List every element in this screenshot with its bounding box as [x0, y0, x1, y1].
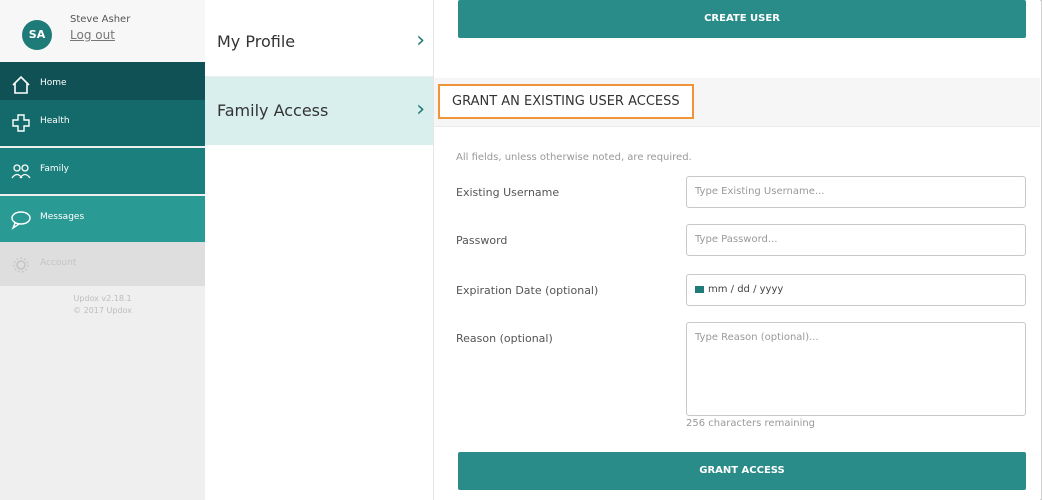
nav-item-account[interactable]: Account: [0, 242, 213, 286]
create-user-button[interactable]: CREATE USER: [458, 0, 1026, 38]
reason-label: Reason (optional): [456, 332, 553, 345]
nav-item-label: Family: [40, 164, 69, 174]
settings-menu: My Profile › Family Access ›: [205, 0, 434, 500]
expiration-date-label: Expiration Date (optional): [456, 284, 599, 297]
message-bubble-icon: [11, 211, 31, 230]
gear-icon: [13, 257, 29, 273]
grant-access-button[interactable]: GRANT ACCESS: [458, 452, 1026, 490]
required-note: All fields, unless otherwise noted, are …: [456, 152, 692, 163]
expiration-date-input[interactable]: mm / dd / yyyy: [686, 274, 1026, 306]
nav-item-label: Health: [40, 116, 70, 126]
section-title: GRANT AN EXISTING USER ACCESS: [438, 84, 694, 119]
nav-item-label: Account: [40, 258, 77, 268]
nav-item-label: Messages: [40, 212, 85, 222]
username-input[interactable]: Type Existing Username...: [686, 176, 1026, 208]
password-label: Password: [456, 234, 508, 247]
section-header: GRANT AN EXISTING USER ACCESS: [434, 78, 1040, 127]
nav-item-label: Home: [40, 78, 67, 88]
version-text: Updox v2.18.1: [73, 294, 132, 303]
menu-item-family-access[interactable]: Family Access ›: [205, 77, 433, 145]
left-nav: SA Steve Asher Log out Home Health Famil…: [0, 0, 213, 500]
characters-remaining: 256 characters remaining: [686, 418, 816, 429]
home-icon: [12, 75, 30, 94]
family-icon: [11, 164, 31, 179]
menu-item-label: Family Access: [217, 101, 329, 120]
avatar: SA: [22, 20, 52, 50]
date-placeholder: mm / dd / yyyy: [708, 284, 784, 295]
password-input[interactable]: Type Password...: [686, 224, 1026, 256]
chevron-right-icon: ›: [416, 97, 425, 122]
username-placeholder: Type Existing Username...: [695, 186, 825, 197]
menu-item-my-profile[interactable]: My Profile ›: [205, 8, 433, 77]
username-label: Existing Username: [456, 186, 560, 199]
copyright-text: © 2017 Updox: [73, 306, 132, 315]
reason-textarea[interactable]: Type Reason (optional)...: [686, 322, 1026, 416]
logout-link[interactable]: Log out: [70, 28, 115, 42]
main-content: CREATE USER GRANT AN EXISTING USER ACCES…: [434, 0, 1040, 500]
menu-item-label: My Profile: [217, 32, 296, 51]
user-name: Steve Asher: [70, 14, 131, 25]
chevron-right-icon: ›: [416, 28, 425, 53]
reason-placeholder: Type Reason (optional)...: [695, 332, 819, 343]
health-cross-icon: [12, 114, 30, 132]
calendar-icon: [695, 285, 704, 293]
password-placeholder: Type Password...: [695, 234, 778, 245]
nav-item-family[interactable]: Family: [0, 148, 205, 194]
nav-item-messages[interactable]: Messages: [0, 196, 205, 242]
user-panel: SA Steve Asher Log out: [0, 0, 205, 62]
nav-item-health[interactable]: Health: [0, 100, 205, 146]
